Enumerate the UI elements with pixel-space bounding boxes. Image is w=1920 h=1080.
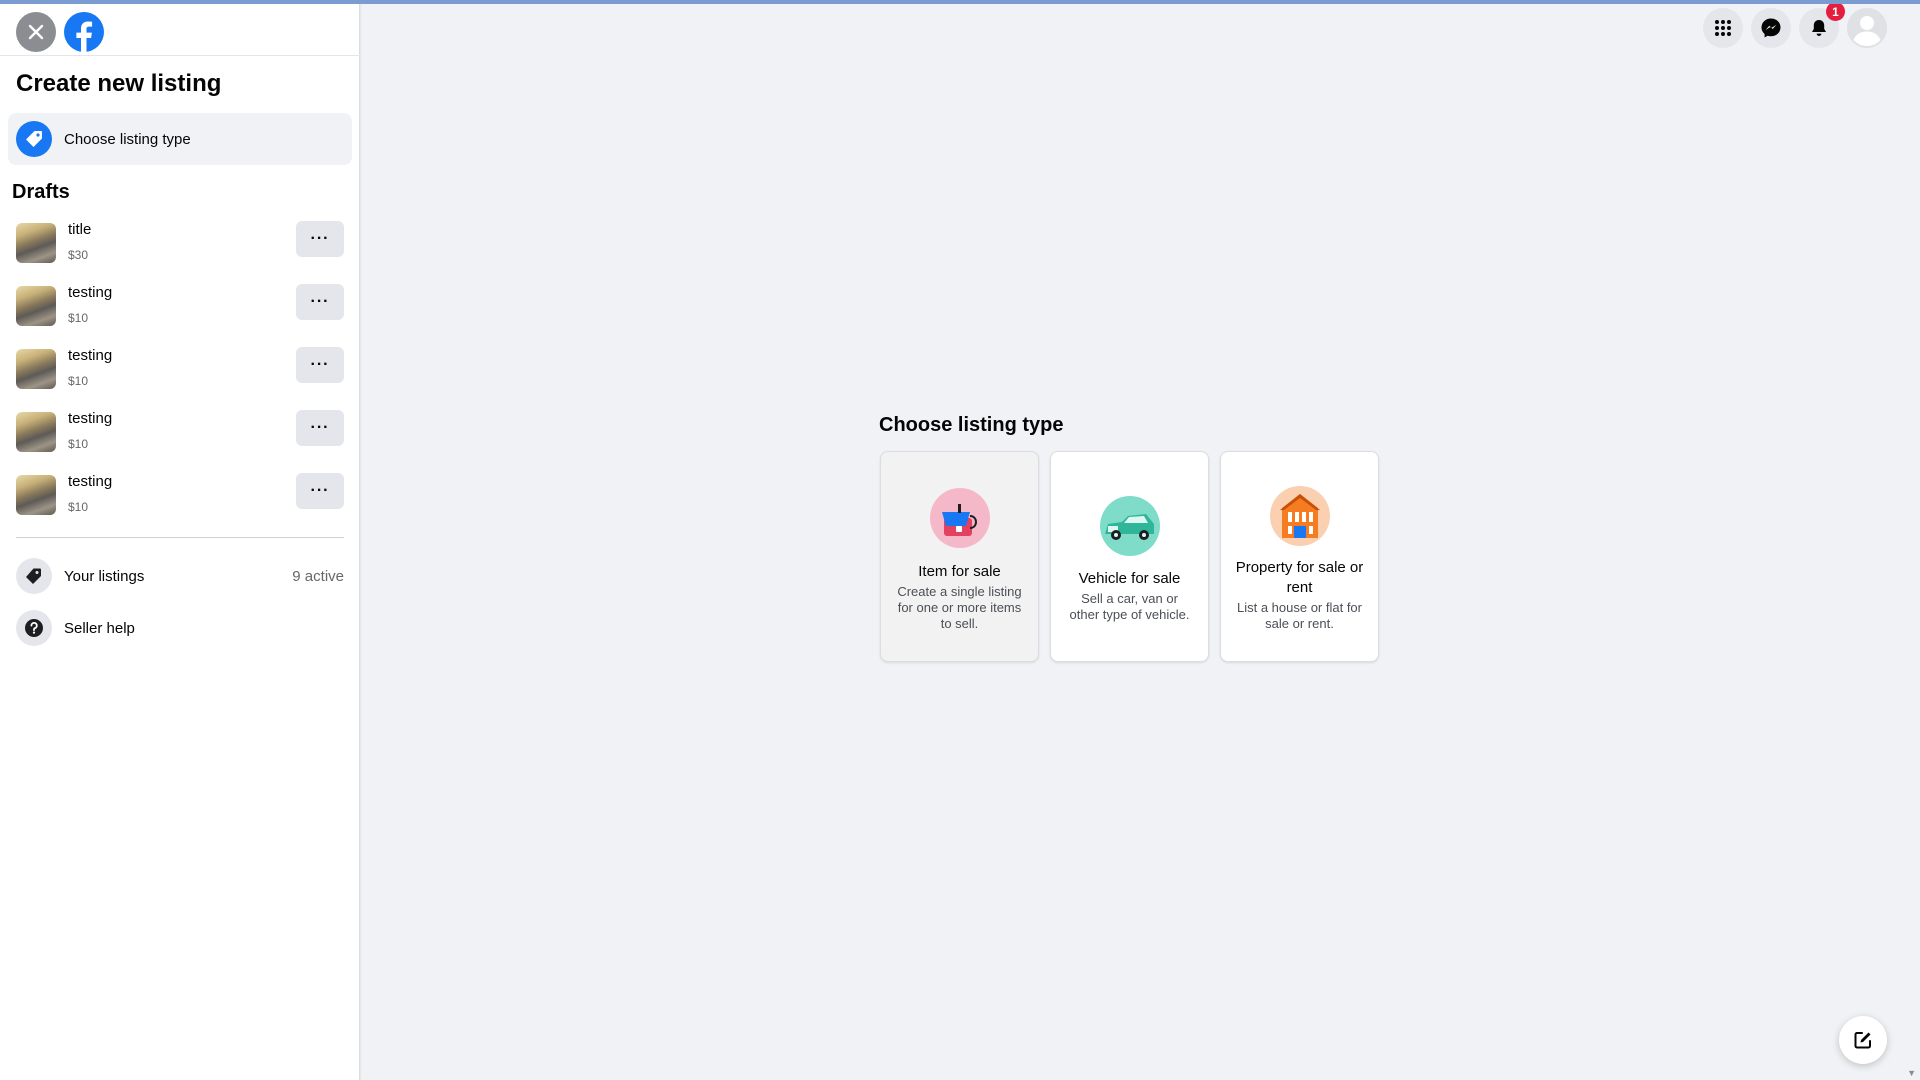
compose-icon [1854,1032,1871,1049]
drafts-heading: Drafts [12,181,70,203]
property-description: List a house or flat for sale or rent. [1236,600,1362,631]
close-button[interactable] [16,12,56,52]
vehicle-for-sale-title: Vehicle for sale [1078,570,1181,587]
facebook-logo-icon[interactable] [64,12,104,52]
draft-title: testing [68,284,113,301]
menu-button[interactable] [1703,8,1743,48]
item-for-sale-icon [929,488,990,548]
draft-price: $30 [68,248,89,262]
draft-thumbnail [16,349,56,389]
new-message-button[interactable] [1839,1016,1887,1064]
item-for-sale-title: Item for sale [918,563,1001,580]
draft-more-button[interactable]: ··· [296,347,344,383]
active-count: 9 active [292,567,344,585]
draft-item[interactable]: testing $10 ··· [16,408,344,468]
account-button[interactable] [1847,8,1887,48]
draft-more-button[interactable]: ··· [296,473,344,509]
messenger-button[interactable] [1751,8,1791,48]
draft-more-button[interactable]: ··· [296,221,344,257]
draft-more-button[interactable]: ··· [296,284,344,320]
draft-price: $10 [68,437,89,451]
page-title: Create new listing [16,70,222,97]
sidebar-header [0,4,360,56]
property-title: Property for sale or rent [1235,559,1364,596]
listing-type-heading: Choose listing type [879,414,1064,436]
draft-title: testing [68,473,113,490]
draft-thumbnail [16,412,56,452]
draft-item[interactable]: testing $10 ··· [16,345,344,405]
draft-price: $10 [68,374,89,388]
messenger-icon [1761,18,1781,38]
choose-listing-type-label: Choose listing type [64,130,191,148]
your-listings-item[interactable]: Your listings 9 active [16,556,344,596]
your-listings-label: Your listings [64,567,145,585]
vehicle-for-sale-description: Sell a car, van or other type of vehicle… [1069,591,1190,622]
draft-title: testing [68,410,113,427]
item-for-sale-card[interactable]: Item for sale Create a single listing fo… [880,451,1039,662]
scroll-down-arrow-icon[interactable]: ▼ [1907,1068,1916,1078]
property-card[interactable]: Property for sale or rent List a house o… [1220,451,1379,662]
draft-item[interactable]: title $30 ··· [16,219,344,279]
vehicle-icon [1099,496,1160,556]
choose-listing-type-item[interactable]: Choose listing type [8,113,352,165]
close-icon [28,24,44,40]
sidebar-divider [16,537,344,538]
page-top-border [0,0,1920,4]
draft-thumbnail [16,223,56,263]
draft-more-button[interactable]: ··· [296,410,344,446]
draft-price: $10 [68,500,89,514]
draft-item[interactable]: testing $10 ··· [16,471,344,531]
avatar-icon [1847,8,1887,48]
draft-title: testing [68,347,113,364]
notifications-button[interactable]: 1 [1799,2,1845,48]
draft-title: title [68,221,92,238]
notification-badge: 1 [1826,2,1845,21]
sidebar: Create new listing Choose listing type D… [0,0,360,1080]
grid-menu-icon [1715,20,1731,36]
draft-thumbnail [16,475,56,515]
listings-tag-icon [16,558,52,594]
item-for-sale-description: Create a single listing for one or more … [897,584,1022,631]
seller-help-label: Seller help [64,619,135,637]
help-icon [16,610,52,646]
vehicle-for-sale-card[interactable]: Vehicle for sale Sell a car, van or othe… [1050,451,1209,662]
tag-icon [16,121,52,157]
draft-item[interactable]: testing $10 ··· [16,282,344,342]
seller-help-item[interactable]: Seller help [16,608,344,648]
house-icon [1269,486,1330,546]
bell-icon [1812,20,1826,36]
draft-price: $10 [68,311,89,325]
draft-thumbnail [16,286,56,326]
